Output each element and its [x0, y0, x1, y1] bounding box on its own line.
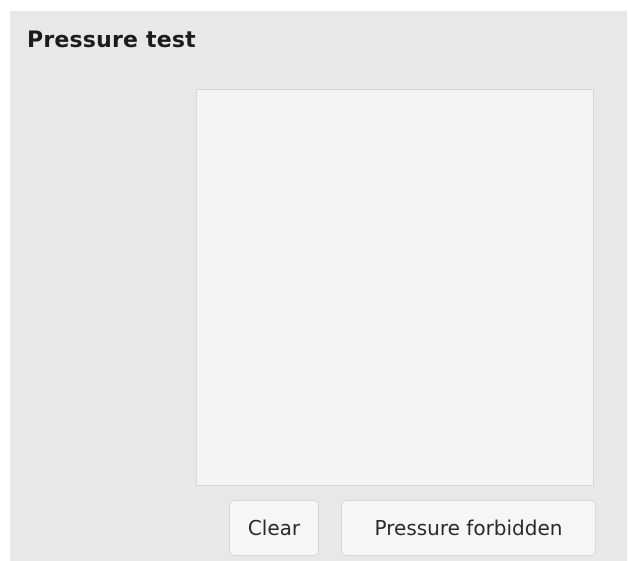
pressure-forbidden-button[interactable]: Pressure forbidden — [341, 500, 596, 556]
pressure-drawing-area[interactable] — [196, 89, 594, 486]
pressure-test-panel: Pressure test Clear Pressure forbidden — [10, 11, 627, 561]
clear-button[interactable]: Clear — [229, 500, 319, 556]
panel-title: Pressure test — [27, 28, 196, 53]
